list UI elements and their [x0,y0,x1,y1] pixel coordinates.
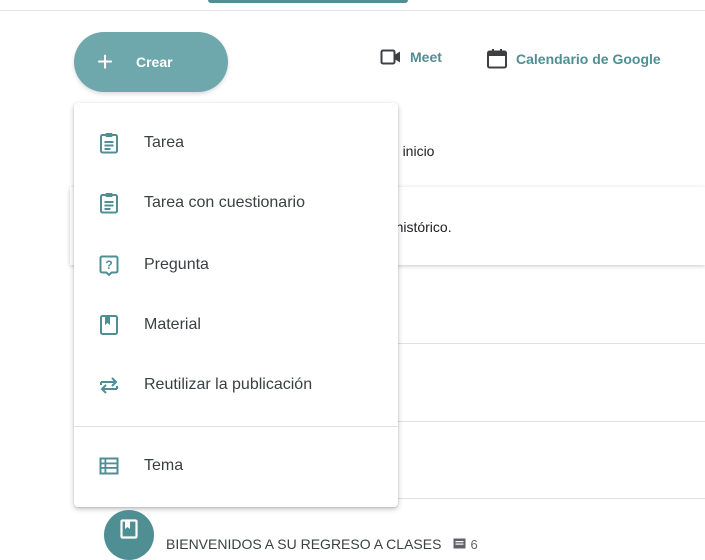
header-divider [0,10,705,11]
menu-item-label: Reutilizar la publicación [144,376,313,393]
material-avatar [104,510,154,560]
material-icon [120,519,138,539]
video-camera-icon [380,49,400,65]
stream-divider [398,421,705,422]
calendar-label: Calendario de Google [516,51,661,67]
reuse-icon [74,374,144,396]
menu-item-label: Tarea con cuestionario [144,194,305,211]
menu-item-tema[interactable]: Tema [74,444,398,488]
comment-count: 6 [453,536,478,552]
menu-item-tarea-cuestionario[interactable]: Tarea con cuestionario [74,181,398,225]
comment-count-value: 6 [470,536,478,552]
stream-divider [398,343,705,344]
menu-item-pregunta[interactable]: ? Pregunta [74,243,398,287]
topic-icon [74,457,144,475]
topic-row[interactable]: BIENVENIDOS A SU REGRESO A CLASES 6 [104,510,478,560]
menu-item-reutilizar[interactable]: Reutilizar la publicación [74,363,398,407]
menu-item-tarea[interactable]: Tarea [74,121,398,165]
question-icon: ? [74,254,144,276]
quiz-assignment-icon [74,192,144,214]
create-button[interactable]: + Crear [74,32,228,92]
calendar-link[interactable]: Calendario de Google [486,48,661,70]
stream-divider [398,498,705,499]
topic-title: BIENVENIDOS A SU REGRESO A CLASES [166,536,442,552]
menu-item-label: Tarea [144,134,185,151]
menu-item-label: Material [144,316,201,333]
menu-item-material[interactable]: Material [74,303,398,347]
material-icon [74,314,144,336]
calendar-icon [487,49,507,69]
comment-icon [453,538,466,549]
create-button-label: Crear [136,54,173,70]
svg-text:?: ? [105,258,112,272]
menu-divider [74,426,398,427]
menu-item-label: Pregunta [144,256,209,273]
meet-label: Meet [410,49,442,65]
plus-icon: + [96,46,114,77]
meet-link[interactable]: Meet [380,48,442,66]
create-menu: Tarea Tarea con cuestionario ? Pregunta [74,103,398,507]
menu-item-label: Tema [144,457,184,474]
active-tab-indicator [208,0,408,3]
assignment-icon [74,132,144,154]
